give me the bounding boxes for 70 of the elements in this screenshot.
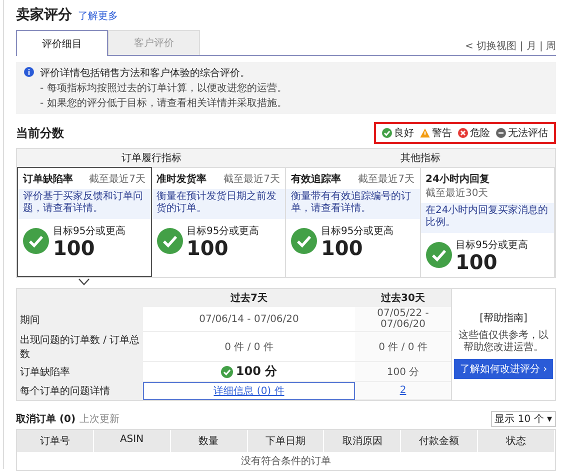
help-text: 这些值仅供参考，以帮助您改进运营。: [458, 330, 550, 354]
info-icon: [24, 67, 34, 77]
info-message: 评价详情包括销售方法和客户体验的综合评价。: [40, 66, 251, 80]
metric-card[interactable]: 有效追踪率 截至最近7天 衡量带有有效追踪编号的订单，请查看详情。 目标95分或更高 100: [286, 167, 420, 277]
column-header: 状态: [478, 430, 555, 452]
legend-label: 危险: [470, 127, 490, 140]
check-icon: [291, 228, 317, 254]
view-options-text: < 切换视图 | 月 | 周: [464, 40, 556, 54]
improve-button[interactable]: 了解如何改进评分 ›: [454, 358, 554, 378]
metric-card[interactable]: 准时发货率 截至最近7天 衡量在预计发货日期之前发货的订单。 目标95分或更高 100: [152, 167, 286, 277]
info-bullet: - 每项指标均按照过去的订单计算，以便改进您的运营。: [40, 82, 287, 95]
section-title: 当前分数: [16, 124, 64, 142]
score-value: 100: [186, 238, 230, 258]
metric-title: 准时发货率: [156, 172, 206, 186]
score-label: 目标95分或更高: [321, 224, 394, 238]
details-link[interactable]: 2: [400, 385, 406, 396]
metric-title: 订单缺陷率: [23, 172, 73, 186]
update-note: 上次更新: [80, 412, 120, 426]
table-cell: 07/05/22 - 07/06/20: [355, 307, 451, 332]
row-label: 期间: [17, 307, 143, 332]
row-label: 每个订单的问题详情: [17, 382, 143, 400]
legend-label: 无法评估: [508, 126, 548, 140]
column-header: 数量: [170, 430, 248, 452]
metric-card[interactable]: 订单缺陷率 截至最近7天 评价基于买家反馈和订单问题，请查看详情。 目标95分或更高 100: [17, 167, 152, 277]
metric-period: 截至最近30天: [426, 186, 488, 200]
help-title: [帮助指南]: [480, 312, 528, 324]
tab[interactable]: 评价细目: [16, 30, 108, 56]
column-header: 付款金额: [401, 430, 478, 452]
column-header: 过去7天: [143, 289, 355, 307]
page-title: 卖家评分: [16, 6, 72, 24]
metric-description: 评价基于买家反馈和订单问题，请查看详情。: [18, 189, 150, 219]
metric-card[interactable]: 24小时内回复 截至最近30天 在24小时内回复买家消息的比例。 目标95分或更高 100: [420, 167, 555, 277]
learn-more-link[interactable]: 了解更多: [78, 9, 118, 23]
chevron-down-icon: [78, 278, 90, 286]
column-header: 取消原因: [324, 430, 402, 452]
metric-period: 截至最近7天: [358, 172, 414, 186]
score-text: 100 分: [236, 363, 278, 380]
metric-period: 截至最近7天: [89, 172, 146, 186]
metric-period: 截至最近7天: [224, 172, 280, 186]
check-icon: [156, 228, 182, 254]
group-header: 其他指标: [400, 152, 442, 166]
row-label: 出现问题的订单数 / 订单总数: [17, 332, 143, 362]
check-icon: [426, 242, 452, 268]
group-header: 订单履行指标: [120, 152, 182, 166]
metric-description: 在24小时内回复买家消息的比例。: [420, 203, 554, 233]
metric-title: 24小时内回复: [426, 172, 490, 186]
table-cell: 0 件 / 0 件: [355, 332, 451, 362]
section-title: 取消订单 (0): [16, 412, 76, 426]
metric-title: 有效追踪率: [291, 172, 341, 186]
score-label: 目标95分或更高: [456, 238, 528, 252]
metric-description: 衡量在预计发货日期之前发货的订单。: [152, 189, 285, 219]
column-header: 订单号: [17, 430, 94, 452]
score-label: 目标95分或更高: [53, 224, 126, 238]
info-bullet: - 如果您的评分低于目标，请查看相关详情并采取措施。: [40, 96, 287, 110]
check-icon: [23, 228, 49, 254]
empty-message: 没有符合条件的订单: [240, 454, 332, 469]
score-value: 100: [53, 238, 96, 258]
score-label: 目标95分或更高: [186, 224, 260, 238]
column-header: ASIN: [94, 430, 171, 452]
column-header: 过去30天: [355, 289, 451, 307]
legend-label: 警告: [432, 126, 452, 140]
legend-label: 良好: [394, 126, 414, 140]
row-label: 订单缺陷率: [17, 362, 143, 382]
score-value: 100: [321, 238, 364, 258]
metric-description: 衡量带有有效追踪编号的订单，请查看详情。: [286, 189, 420, 219]
column-header: 下单日期: [248, 430, 324, 452]
page-size-dropdown[interactable]: 显示 10 个 ▾: [490, 411, 556, 427]
score-value: 100: [456, 252, 498, 272]
check-icon: [220, 366, 233, 378]
table-cell: 100 分: [355, 362, 451, 382]
